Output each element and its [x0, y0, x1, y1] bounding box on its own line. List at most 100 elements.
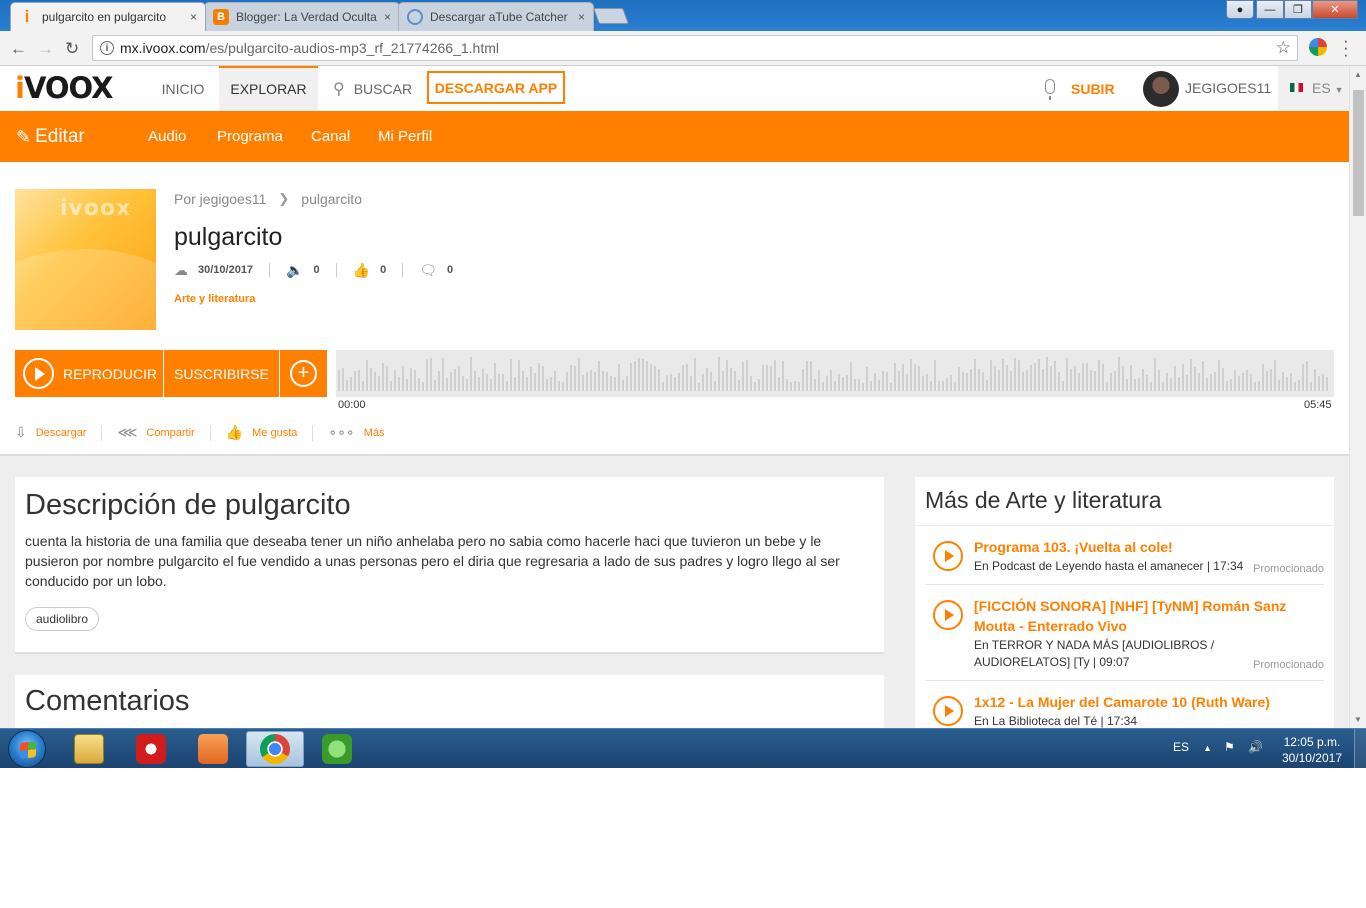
start-button[interactable] [8, 730, 46, 768]
action-center-flag-icon[interactable]: ⚑ [1224, 740, 1235, 754]
editbar-link-audio[interactable]: Audio [148, 128, 186, 145]
list-item[interactable]: Programa 103. ¡Vuelta al cole! En Podcas… [925, 526, 1324, 585]
tab-blogger[interactable]: B Blogger: La Verdad Oculta × [204, 2, 400, 31]
waveform-bar [1002, 359, 1004, 391]
window-close-button[interactable]: ✕ [1312, 0, 1358, 19]
taskbar-media-player[interactable] [184, 731, 242, 767]
waveform-seekbar[interactable] [336, 350, 1334, 397]
play-icon[interactable] [933, 696, 963, 726]
taskbar-download-app[interactable] [308, 731, 366, 767]
waveform-bar [494, 363, 496, 391]
language-selector[interactable]: ES ▼ [1278, 66, 1349, 111]
waveform-bar [626, 376, 628, 391]
waveform-bar [822, 382, 824, 391]
back-button[interactable]: ← [10, 39, 27, 59]
editbar-link-canal[interactable]: Canal [311, 128, 350, 145]
tag-chip[interactable]: audiolibro [25, 607, 100, 631]
list-item-title[interactable]: 1x12 - La Mujer del Camarote 10 (Ruth Wa… [974, 692, 1324, 712]
taskbar-chrome[interactable] [246, 731, 304, 767]
waveform-bar [766, 365, 768, 391]
tray-language[interactable]: ES [1173, 740, 1189, 754]
tab-close-icon[interactable]: × [384, 10, 391, 24]
waveform-bar [958, 367, 960, 391]
editbar-link-programa[interactable]: Programa [217, 128, 283, 145]
tab-close-icon[interactable]: × [578, 10, 585, 24]
tab-pulgarcito[interactable]: i pulgarcito en pulgarcito × [10, 2, 206, 31]
waveform-bar [1318, 376, 1320, 391]
tab-close-icon[interactable]: × [190, 10, 197, 24]
breadcrumb-author[interactable]: Por jegigoes11 [174, 191, 266, 207]
download-label: Descargar [35, 426, 87, 439]
category-link[interactable]: Arte y literatura [174, 293, 255, 305]
system-clock[interactable]: 12:05 p.m. 30/10/2017 [1282, 734, 1342, 766]
waveform-bar [882, 371, 884, 391]
chevron-right-icon: ❯ [278, 191, 290, 206]
waveform-bar [518, 360, 520, 391]
ivoox-logo[interactable]: iVOOX [15, 71, 114, 105]
download-button[interactable]: ⇩ Descargar [15, 424, 117, 441]
browser-menu-icon[interactable]: · · · [1343, 32, 1349, 63]
list-item-title[interactable]: Programa 103. ¡Vuelta al cole! [974, 537, 1324, 557]
subir-button[interactable]: SUBIR [1071, 81, 1115, 97]
username-menu[interactable]: JEGIGOES11 [1185, 80, 1271, 96]
waveform-bar [1014, 358, 1016, 391]
scroll-up-icon[interactable]: ▲ [1354, 70, 1362, 79]
scrollbar-thumb[interactable] [1353, 90, 1364, 216]
extension-icon[interactable] [1309, 38, 1327, 56]
url-host: mx.ivoox.com [120, 40, 206, 56]
nav-buscar[interactable]: ⚲ BUSCAR [333, 66, 412, 111]
nav-inicio[interactable]: INICIO [147, 66, 219, 111]
nav-inicio-label: INICIO [161, 80, 205, 97]
waveform-bar [918, 366, 920, 391]
play-icon[interactable] [933, 541, 963, 571]
add-button[interactable]: + [280, 350, 327, 397]
scroll-down-icon[interactable]: ▼ [1354, 715, 1362, 724]
tab-atube[interactable]: Descargar aTube Catcher × [398, 2, 594, 31]
waveform-bar [462, 376, 464, 391]
share-button[interactable]: ⋘ Compartir [117, 424, 225, 441]
more-button[interactable]: ∘∘∘ Más [328, 424, 384, 441]
taskbar-app-red[interactable] [122, 731, 180, 767]
stat-listens: 🔈 0 [286, 262, 353, 278]
waveform-bar [1022, 372, 1024, 391]
sidebar-heading: Más de Arte y literatura [915, 477, 1334, 526]
edit-button[interactable]: ✎ Editar [16, 126, 85, 148]
waveform-bar [886, 372, 888, 391]
waveform-bar [358, 370, 360, 391]
play-button[interactable]: REPRODUCIR [15, 350, 163, 397]
list-item[interactable]: [FICCIÓN SONORA] [NHF] [TyNM] Román Sanz… [925, 585, 1324, 681]
new-tab-button[interactable] [593, 8, 629, 24]
address-bar[interactable]: i mx.ivoox.com/es/pulgarcito-audios-mp3_… [92, 35, 1298, 61]
share-label: Compartir [146, 426, 195, 439]
minimize-button[interactable]: — [1256, 0, 1284, 19]
mic-icon[interactable] [1045, 79, 1055, 100]
breadcrumb-program[interactable]: pulgarcito [301, 191, 362, 207]
descargar-app-button[interactable]: DESCARGAR APP [427, 71, 565, 104]
waveform-bar [346, 380, 348, 391]
like-button[interactable]: 👍 Me gusta [226, 424, 329, 441]
forward-button[interactable]: → [37, 39, 54, 59]
tray-chevron-up-icon[interactable]: ▲ [1203, 743, 1212, 753]
star-icon[interactable]: ☆ [1276, 38, 1291, 58]
profile-button[interactable]: ● [1226, 0, 1254, 19]
waveform-bar [962, 372, 964, 391]
maximize-button[interactable]: ❐ [1284, 0, 1312, 19]
more-label: Más [363, 426, 385, 439]
speaker-icon: 🔈 [286, 261, 304, 278]
volume-icon[interactable]: 🔊 [1248, 740, 1263, 754]
page-scrollbar[interactable]: ▲ ▼ [1349, 66, 1366, 728]
info-icon[interactable]: i [100, 41, 114, 55]
waveform-bar [1198, 373, 1200, 391]
play-icon[interactable] [933, 600, 963, 630]
nav-explorar[interactable]: EXPLORAR [219, 66, 318, 111]
editbar-link-mi-perfil[interactable]: Mi Perfil [378, 128, 432, 145]
list-item-title[interactable]: [FICCIÓN SONORA] [NHF] [TyNM] Román Sanz… [974, 596, 1324, 636]
waveform-bar [1042, 369, 1044, 391]
subscribe-button[interactable]: SUSCRIBIRSE [164, 350, 279, 397]
show-desktop-button[interactable] [1354, 729, 1366, 769]
list-item[interactable]: 1x12 - La Mujer del Camarote 10 (Ruth Wa… [925, 681, 1324, 728]
avatar[interactable] [1143, 71, 1179, 107]
taskbar-explorer[interactable] [60, 731, 118, 767]
waveform-bar [1314, 369, 1316, 391]
reload-button[interactable]: ↻ [65, 39, 79, 59]
